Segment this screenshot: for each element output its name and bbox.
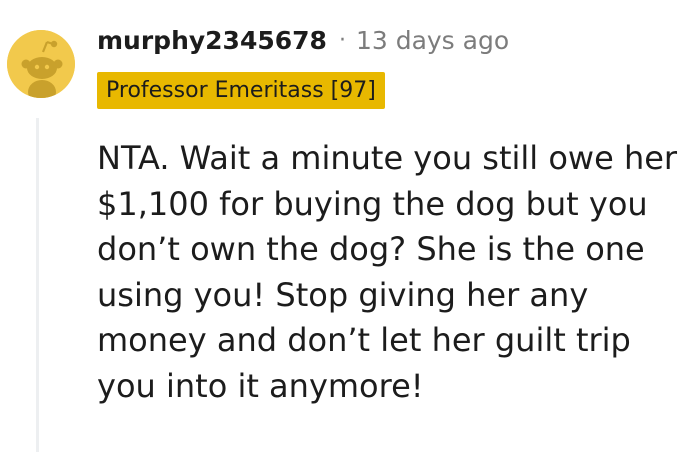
comment: murphy2345678 · 13 days ago Professor Em… bbox=[0, 0, 700, 452]
user-avatar[interactable] bbox=[7, 30, 75, 98]
comment-body-line: $1,100 for buying the dog but you bbox=[97, 184, 648, 223]
comment-body: NTA. Wait a minute you still owe her $1,… bbox=[97, 136, 697, 409]
comment-body-line: you into it anymore! bbox=[97, 366, 424, 405]
reddit-snoo-avatar-icon bbox=[7, 30, 75, 98]
comment-meta: murphy2345678 · 13 days ago bbox=[97, 22, 509, 58]
comment-body-line: using you! Stop giving her any bbox=[97, 275, 589, 314]
timestamp-link[interactable]: 13 days ago bbox=[356, 26, 509, 55]
comment-body-line: money and don’t let her guilt trip bbox=[97, 321, 631, 359]
user-flair: Professor Emeritass [97] bbox=[97, 72, 385, 109]
comment-body-line: don’t own the dog? She is the one bbox=[97, 230, 645, 268]
comment-body-line: NTA. Wait a minute you still owe her bbox=[97, 139, 678, 177]
username-link[interactable]: murphy2345678 bbox=[97, 26, 327, 55]
thread-collapse-line[interactable] bbox=[36, 118, 39, 452]
meta-separator: · bbox=[338, 27, 346, 53]
